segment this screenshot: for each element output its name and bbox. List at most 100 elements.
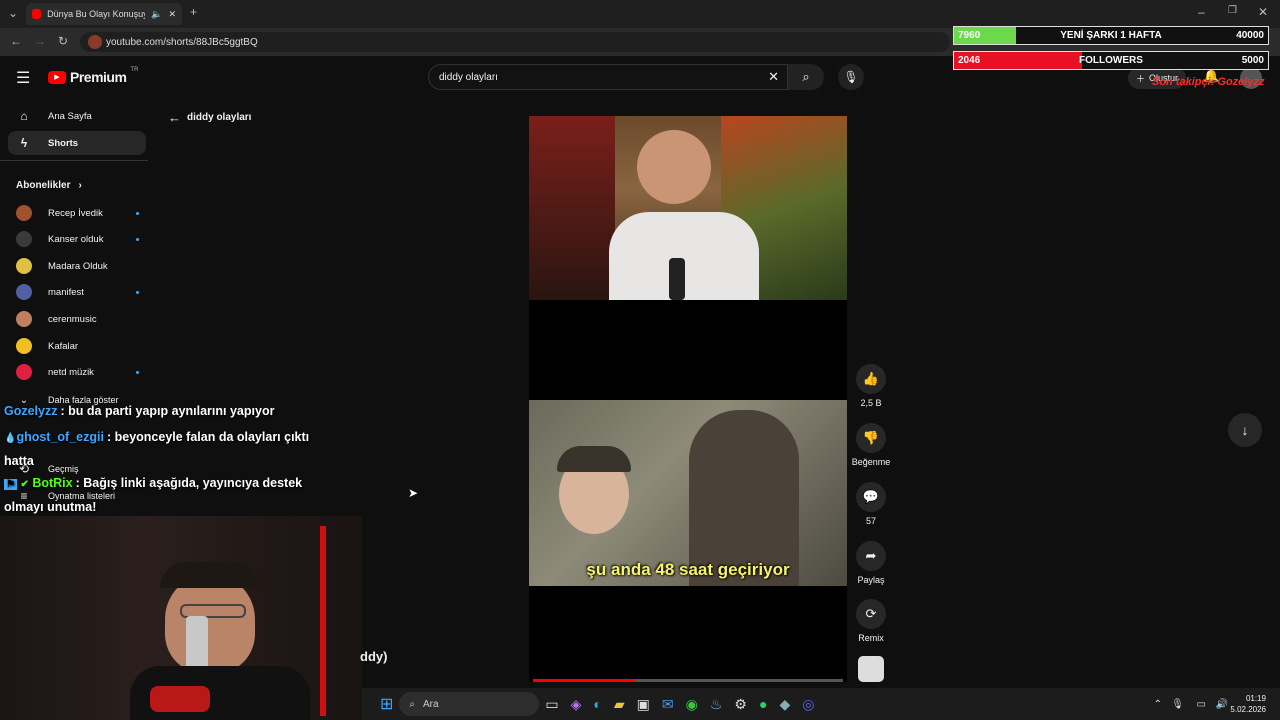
- sidebar-item-subscription[interactable]: Kanser olduk: [8, 227, 146, 251]
- tray-volume-icon[interactable]: 🔊: [1216, 699, 1228, 710]
- search-icon: ⌕: [409, 698, 416, 710]
- menu-icon[interactable]: ☰: [16, 68, 30, 88]
- sidebar-divider: [0, 160, 148, 161]
- channel-name: manifest: [48, 286, 84, 298]
- clear-search-icon[interactable]: ✕: [768, 69, 779, 85]
- sidebar-item-subscription[interactable]: cerenmusic: [8, 307, 146, 331]
- shorts-icon: ϟ: [20, 136, 28, 150]
- short-video-player[interactable]: şu anda 48 saat geçiriyor: [529, 116, 847, 682]
- taskbar-search[interactable]: ⌕ Ara: [399, 692, 540, 716]
- reload-icon[interactable]: ↻: [58, 34, 68, 48]
- goal-label: FOLLOWERS: [1079, 55, 1143, 66]
- goal-counter-followers: 2046 FOLLOWERS 5000: [953, 51, 1269, 70]
- voice-search-button[interactable]: 🎙: [838, 64, 864, 90]
- sidebar-item-subscription[interactable]: manifest: [8, 280, 146, 304]
- play-logo-icon: ▶: [48, 70, 66, 84]
- channel-avatar: [16, 364, 32, 380]
- search-button[interactable]: ⌕: [788, 64, 824, 90]
- channel-avatar: [16, 311, 32, 327]
- chevron-right-icon: ›: [78, 180, 82, 191]
- app-icon[interactable]: ◆: [779, 696, 790, 713]
- search-icon: ⌕: [802, 69, 810, 84]
- minimize-icon[interactable]: –: [1198, 5, 1205, 19]
- arrow-down-icon: ↓: [1241, 422, 1249, 438]
- comments-button[interactable]: 💬 57: [850, 482, 892, 526]
- tray-chevron-icon[interactable]: ⌃: [1154, 699, 1162, 710]
- back-nav-icon[interactable]: ←: [10, 34, 22, 48]
- sidebar-item-home[interactable]: ⌂ Ana Sayfa: [8, 104, 146, 128]
- person-head: [637, 130, 711, 204]
- channel-name: cerenmusic: [48, 313, 97, 325]
- red-microphone-image: [150, 686, 210, 712]
- region-code: TR: [130, 67, 139, 73]
- channel-avatar: [16, 231, 32, 247]
- discord-icon[interactable]: ◎: [802, 696, 814, 713]
- channel-avatar: [16, 284, 32, 300]
- poster-image: [529, 116, 615, 300]
- channel-name: netd müzik: [48, 366, 94, 378]
- video-subtitle: şu anda 48 saat geçiriyor: [586, 560, 790, 579]
- dislike-button[interactable]: 👎 Beğenme: [844, 423, 898, 467]
- channel-thumbnail[interactable]: [858, 656, 884, 682]
- plus-icon: ＋: [1136, 73, 1146, 84]
- chat-message: 💧ghost_of_ezgii: beyonceyle falan da ola…: [4, 426, 334, 473]
- remix-button[interactable]: ⟳ Remix: [850, 599, 892, 643]
- sidebar-item-subscription[interactable]: Recep İvedik: [8, 201, 146, 225]
- tab-title: Dünya Bu Olayı Konuşuyor!: [47, 9, 145, 19]
- sidebar-item-shorts[interactable]: ϟ Shorts: [8, 131, 146, 155]
- restore-icon[interactable]: ❐: [1228, 5, 1237, 16]
- drop-badge-icon: 💧: [4, 433, 17, 444]
- sidebar-item-label: Shorts: [48, 137, 79, 149]
- window-close-icon[interactable]: ✕: [1258, 5, 1268, 19]
- like-button[interactable]: 👍 2,5 B: [850, 364, 892, 408]
- tray-mic-icon[interactable]: 🎙: [1171, 699, 1184, 710]
- tab-list-icon[interactable]: ⌄: [8, 6, 18, 20]
- webcam-overlay: [0, 516, 362, 720]
- youtube-logo[interactable]: ▶ Premium TR: [48, 67, 139, 85]
- browser-tab[interactable]: Dünya Bu Olayı Konuşuyor! 🔈 ✕: [26, 3, 182, 25]
- steam-icon[interactable]: ♨: [710, 696, 723, 713]
- spotify-icon[interactable]: ●: [759, 696, 767, 712]
- like-count: 2,5 B: [860, 398, 882, 408]
- edge-icon[interactable]: ◐: [593, 696, 601, 712]
- chrome-icon[interactable]: ◉: [686, 696, 698, 713]
- url-field[interactable]: youtube.com/shorts/88JBc5ggtBQ: [80, 32, 950, 52]
- taskbar-clock[interactable]: 01:19 5.02.2026: [1230, 693, 1266, 715]
- youtube-favicon-icon: [32, 9, 42, 19]
- sidebar-item-subscription[interactable]: Madara Olduk: [8, 254, 146, 278]
- thumbs-down-icon: 👎: [856, 423, 886, 453]
- goal-target: 40000: [1236, 30, 1264, 41]
- clock-time: 01:19: [1245, 694, 1266, 703]
- tab-close-icon[interactable]: ✕: [168, 9, 176, 20]
- goal-target: 5000: [1241, 55, 1264, 66]
- sidebar-item-subscription[interactable]: Kafalar: [8, 334, 146, 358]
- sidebar-item-subscription[interactable]: netd müzik: [8, 360, 146, 384]
- chat-username: ghost_of_ezgii: [16, 430, 104, 444]
- store-icon[interactable]: ▣: [637, 696, 650, 713]
- back-label: diddy olayları: [187, 112, 252, 123]
- task-view-icon[interactable]: ▭: [545, 696, 558, 713]
- channel-avatar: [16, 258, 32, 274]
- forward-nav-icon[interactable]: →: [34, 34, 46, 48]
- search-input[interactable]: diddy olayları ✕: [428, 64, 788, 90]
- tray-network-icon[interactable]: ▭: [1197, 699, 1206, 710]
- chat-message: ⚑ ✔ BotRix: Bağış linki aşağıda, yayıncı…: [4, 472, 334, 519]
- subscriptions-header[interactable]: Abonelikler ›: [16, 180, 82, 191]
- chat-username: BotRix: [32, 476, 73, 490]
- settings-icon[interactable]: ⚙: [734, 696, 747, 713]
- dislike-label: Beğenme: [851, 457, 891, 467]
- mail-icon[interactable]: ✉: [662, 696, 674, 713]
- site-info-icon[interactable]: [88, 35, 102, 49]
- thumbs-up-icon: 👍: [856, 364, 886, 394]
- tab-mute-icon[interactable]: 🔈: [151, 9, 162, 20]
- share-button[interactable]: ➦ Paylaş: [850, 541, 892, 585]
- subscriptions-title: Abonelikler: [16, 180, 71, 191]
- windows-start-icon[interactable]: ⊞: [380, 694, 393, 714]
- file-explorer-icon[interactable]: ▰: [614, 696, 625, 713]
- new-tab-icon[interactable]: +: [190, 5, 197, 19]
- video-frame-top: [529, 116, 847, 300]
- back-to-search[interactable]: ← diddy olayları: [168, 110, 251, 125]
- next-short-button[interactable]: ↓: [1228, 413, 1262, 447]
- channel-avatar: [16, 338, 32, 354]
- copilot-icon[interactable]: ◈: [571, 696, 582, 713]
